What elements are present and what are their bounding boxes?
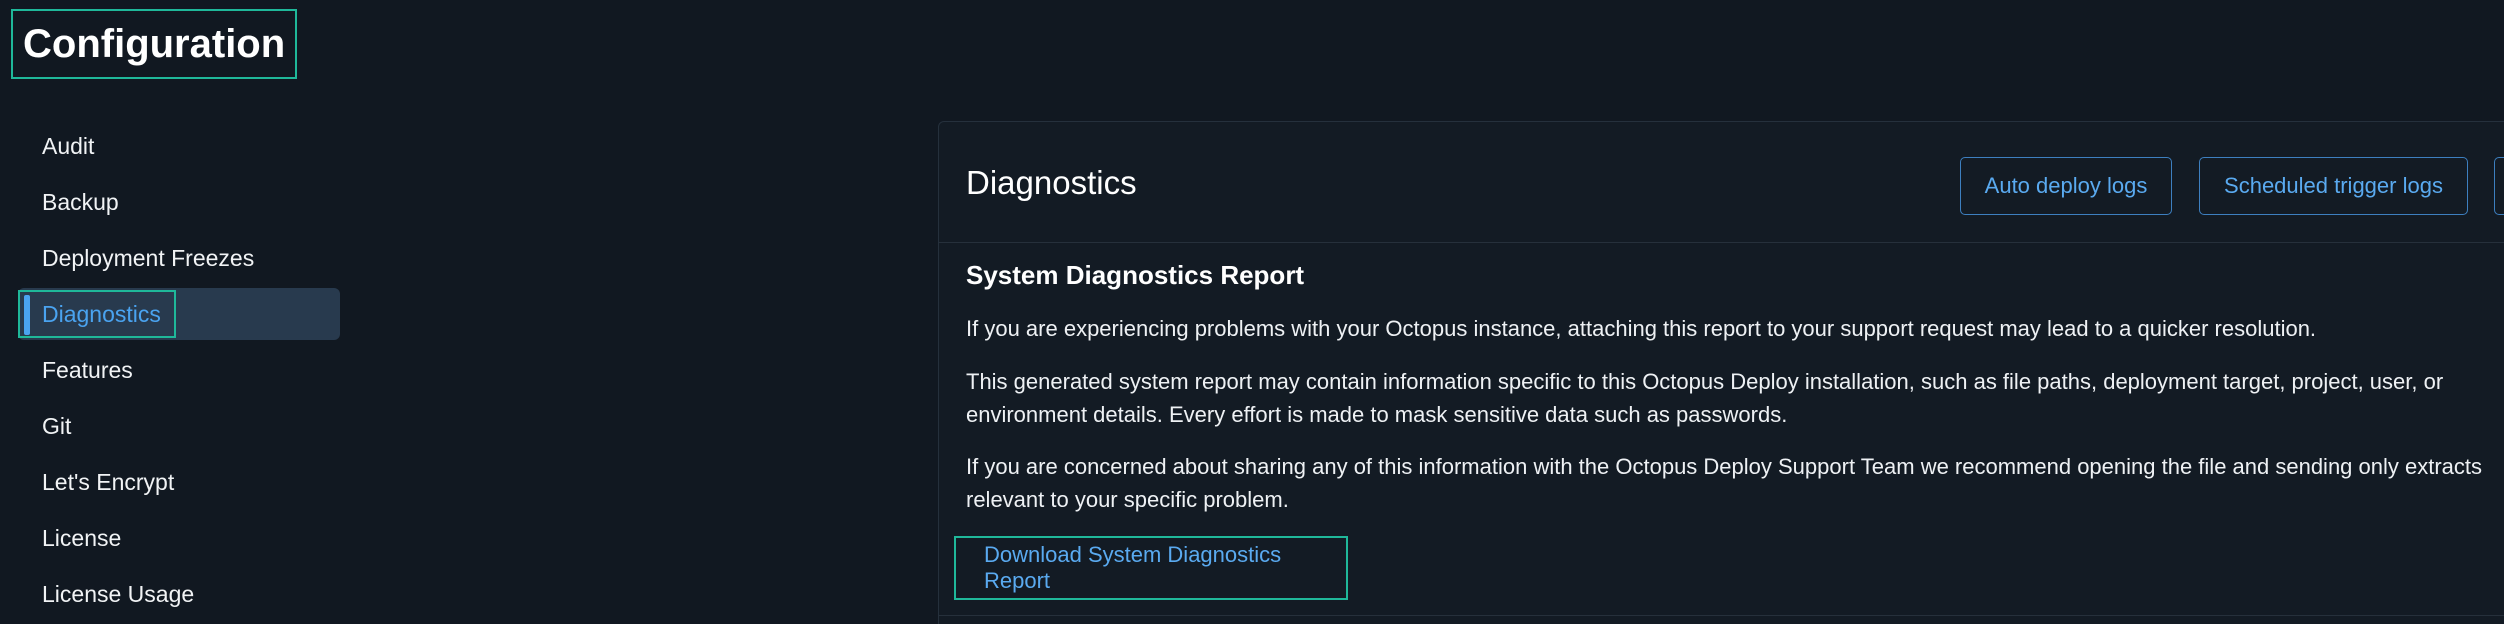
configuration-page: Configuration Audit Backup Deployment Fr… [0, 0, 2504, 624]
card-header: Diagnostics Auto deploy logs Scheduled t… [939, 122, 2504, 243]
section-title: System Diagnostics Report [966, 260, 1305, 290]
sidebar-item-backup[interactable]: Backup [18, 176, 340, 228]
sidebar-item-label: Backup [42, 188, 119, 215]
sidebar-item-label: Features [42, 356, 133, 383]
sidebar-nav: Audit Backup Deployment Freezes Diagnost… [18, 120, 340, 624]
sidebar-item-deployment-freezes[interactable]: Deployment Freezes [18, 232, 340, 284]
divider [939, 615, 2504, 616]
sidebar-item-audit[interactable]: Audit [18, 120, 340, 172]
active-item-highlight [18, 290, 176, 338]
description-paragraph: This generated system report may contain… [966, 369, 2444, 427]
sidebar-item-git[interactable]: Git [18, 400, 340, 452]
sidebar-item-label: License Usage [42, 580, 195, 607]
sidebar-item-label: Let's Encrypt [42, 468, 175, 495]
diagnostics-card: Diagnostics Auto deploy logs Scheduled t… [938, 121, 2504, 624]
sidebar-item-features[interactable]: Features [18, 344, 340, 396]
sidebar-item-label: Git [42, 412, 72, 439]
description-paragraph: If you are concerned about sharing any o… [966, 454, 2483, 512]
sidebar-item-license-usage[interactable]: License Usage [18, 568, 340, 620]
sidebar-item-label: Audit [42, 132, 95, 159]
sidebar-item-label: License [42, 524, 122, 551]
download-diagnostics-report-button[interactable]: Download System Diagnostics Report [954, 536, 1348, 600]
sidebar-item-label: Deployment Freezes [42, 244, 255, 271]
card-title: Diagnostics [966, 164, 1137, 201]
page-title: Configuration [11, 9, 298, 79]
auto-deploy-logs-button[interactable]: Auto deploy logs [1960, 157, 2172, 215]
overflow-header-button[interactable] [2494, 157, 2504, 215]
sidebar-item-diagnostics[interactable]: Diagnostics [18, 288, 340, 340]
sidebar-item-license[interactable]: License [18, 512, 340, 564]
sidebar-item-lets-encrypt[interactable]: Let's Encrypt [18, 456, 340, 508]
description-paragraph: If you are experiencing problems with yo… [966, 316, 2317, 341]
scheduled-trigger-logs-button[interactable]: Scheduled trigger logs [2199, 157, 2468, 215]
active-item-indicator [24, 295, 30, 335]
